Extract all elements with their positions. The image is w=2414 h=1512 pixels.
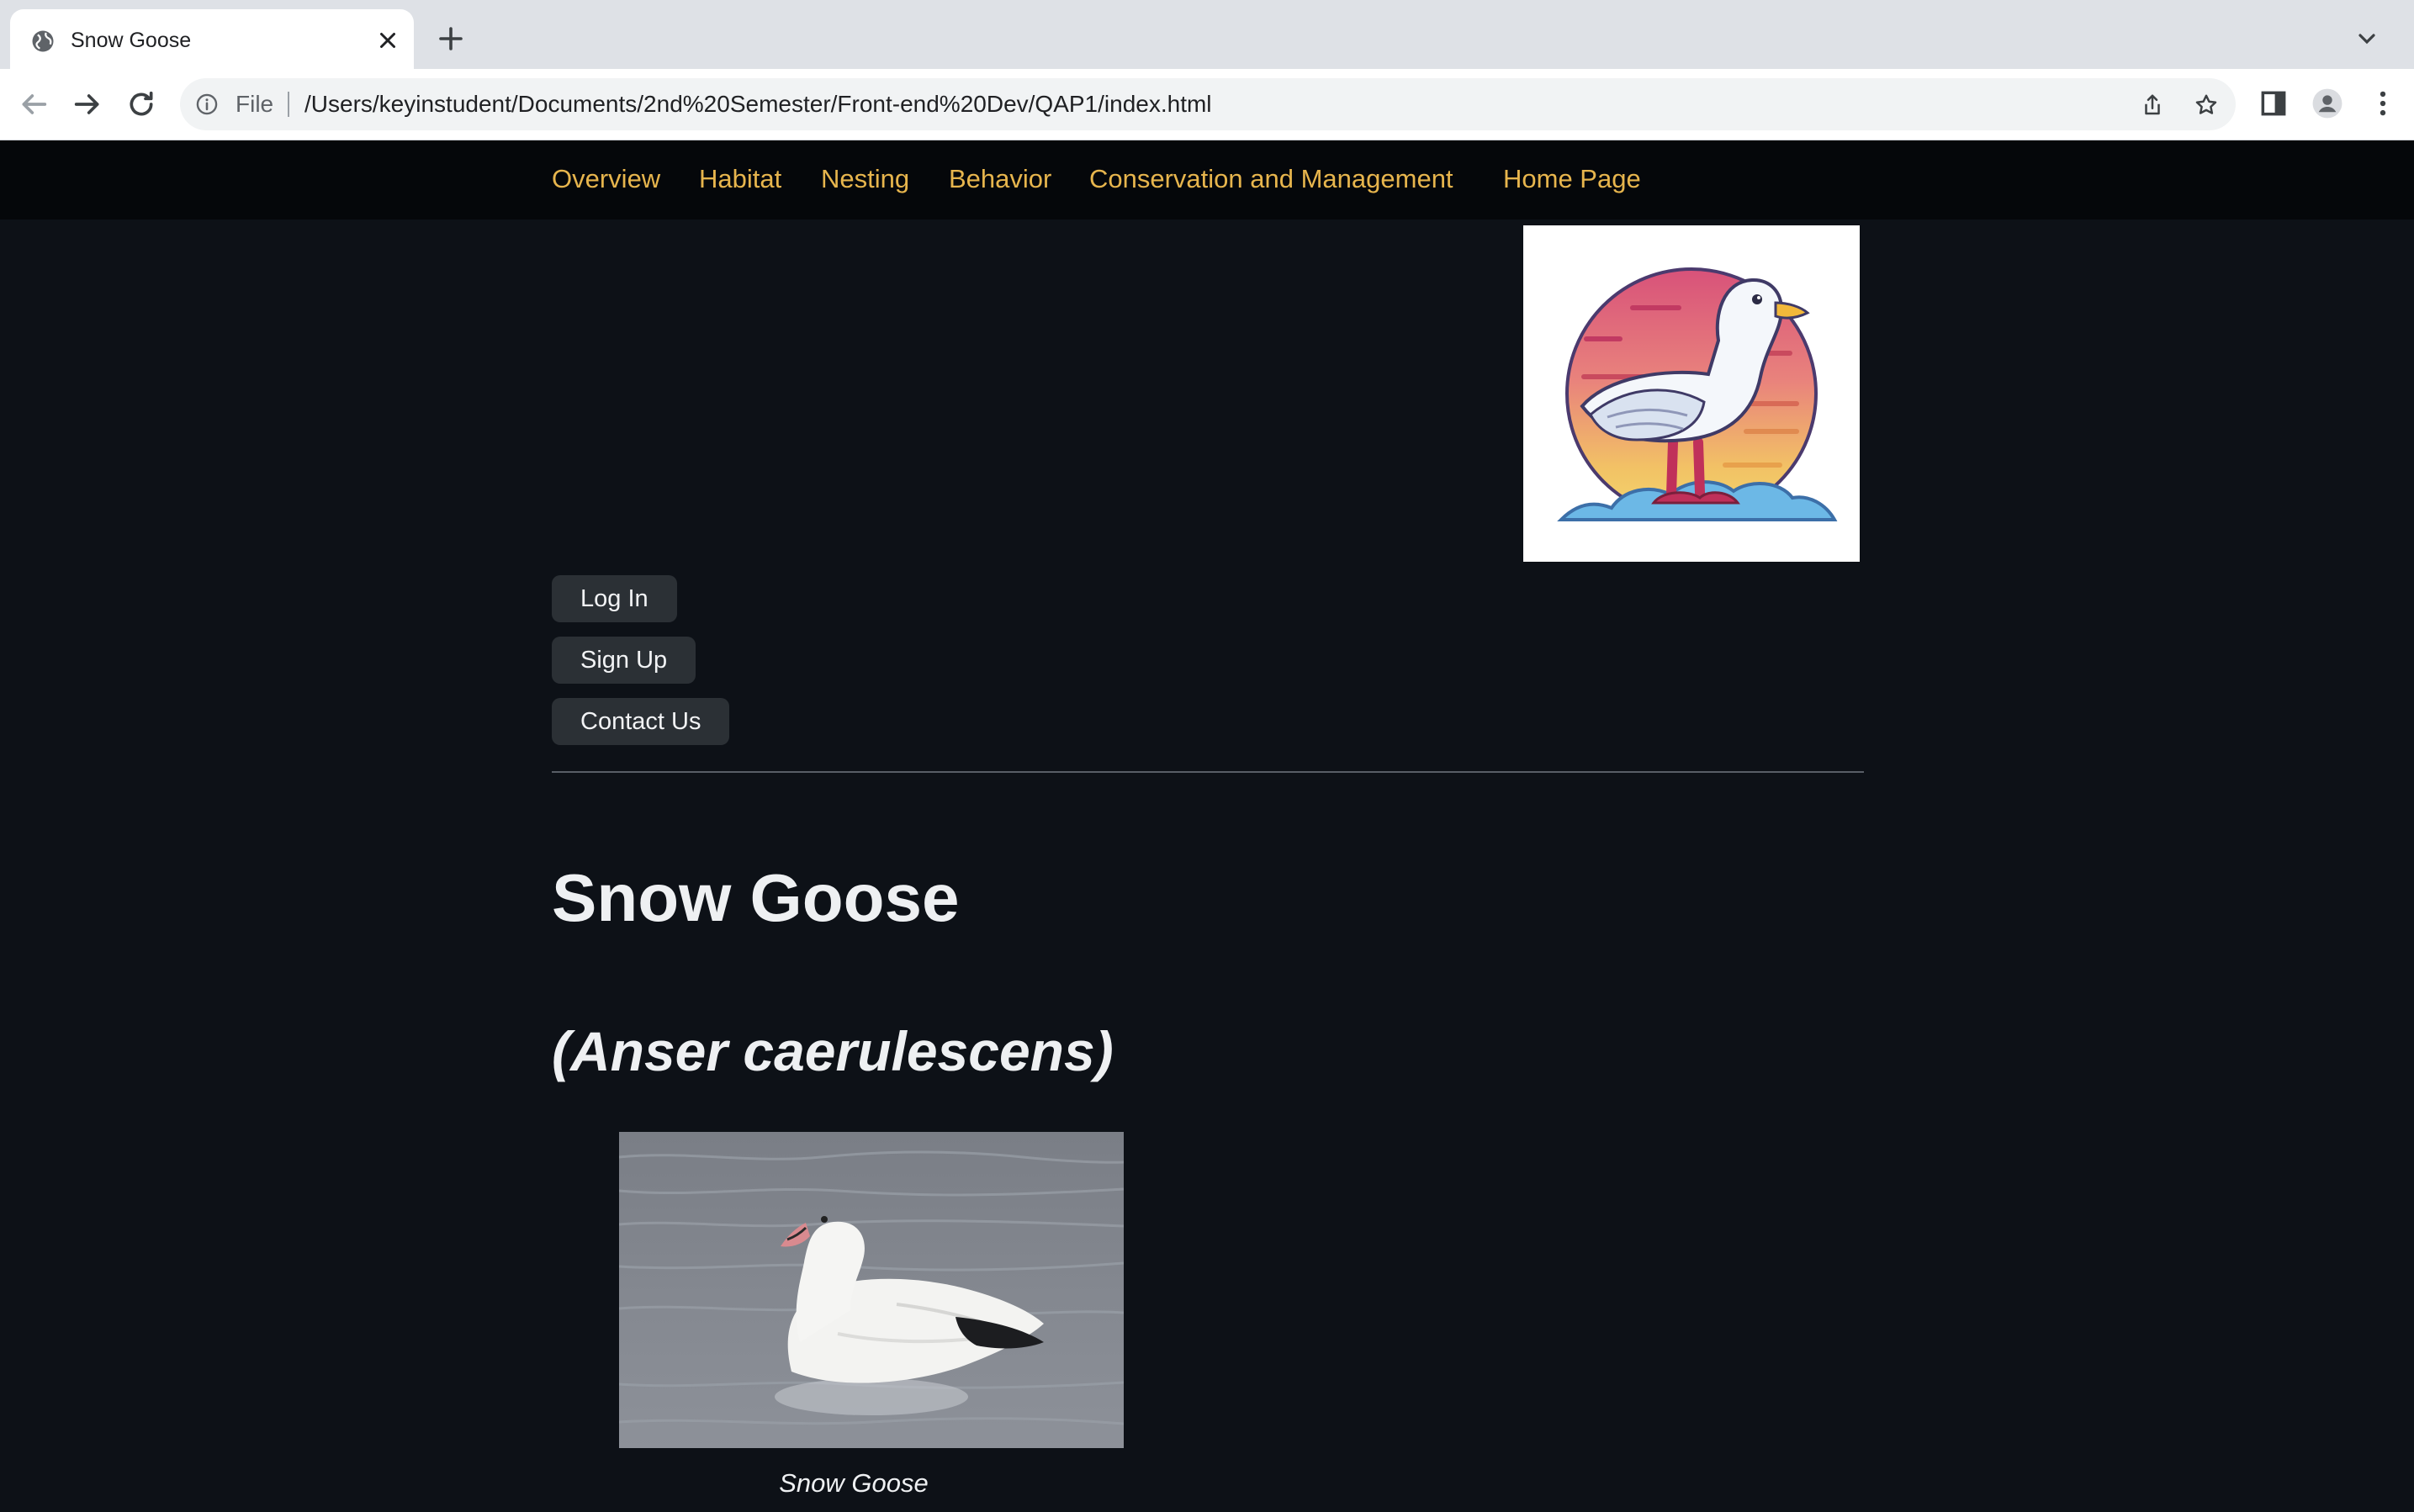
share-icon[interactable] <box>2140 93 2165 118</box>
page-title: Snow Goose <box>552 860 960 935</box>
browser-toolbar: File /Users/keyinstudent/Documents/2nd%2… <box>0 69 2414 140</box>
nav-link-habitat[interactable]: Habitat <box>699 162 781 196</box>
site-navbar: Overview Habitat Nesting Behavior Conser… <box>0 140 2414 219</box>
tab-title: Snow Goose <box>71 29 192 52</box>
omnibox-separator <box>288 92 289 117</box>
nav-link-behavior[interactable]: Behavior <box>949 162 1051 196</box>
forward-arrow-icon[interactable] <box>71 87 104 121</box>
file-scheme-label: File <box>236 91 274 117</box>
goose-logo <box>1523 225 1860 562</box>
nav-link-nesting[interactable]: Nesting <box>821 162 909 196</box>
more-menu-icon[interactable] <box>2367 87 2399 119</box>
goose-logo-illustration <box>1557 267 1838 521</box>
close-icon[interactable] <box>375 28 400 53</box>
snow-goose-photo-illustration <box>619 1132 1124 1448</box>
address-bar[interactable]: File /Users/keyinstudent/Documents/2nd%2… <box>180 78 2236 130</box>
snow-goose-photo <box>619 1132 1124 1448</box>
browser-tab[interactable]: Snow Goose <box>10 9 414 69</box>
info-icon[interactable] <box>195 93 219 116</box>
bookmark-star-icon[interactable] <box>2194 93 2219 118</box>
back-arrow-icon[interactable] <box>17 87 50 121</box>
url-text[interactable]: /Users/keyinstudent/Documents/2nd%20Seme… <box>304 91 1212 118</box>
contact-us-button[interactable]: Contact Us <box>552 698 730 745</box>
nav-link-home-page[interactable]: Home Page <box>1503 162 1641 196</box>
profile-avatar-icon[interactable] <box>2311 87 2343 119</box>
globe-icon <box>32 30 54 52</box>
login-button[interactable]: Log In <box>552 575 677 622</box>
photo-caption: Snow Goose <box>779 1468 929 1498</box>
new-tab-plus-icon[interactable] <box>436 24 466 54</box>
scientific-name: (Anser caerulescens) <box>552 1020 1114 1082</box>
chevron-down-icon[interactable] <box>2353 25 2380 52</box>
nav-link-conservation[interactable]: Conservation and Management <box>1089 162 1453 196</box>
side-panel-icon[interactable] <box>2258 87 2290 119</box>
signup-button[interactable]: Sign Up <box>552 637 696 684</box>
browser-tab-strip: Snow Goose <box>0 0 2414 69</box>
nav-link-overview[interactable]: Overview <box>552 162 660 196</box>
reload-icon[interactable] <box>124 87 158 121</box>
section-divider <box>552 771 1864 773</box>
